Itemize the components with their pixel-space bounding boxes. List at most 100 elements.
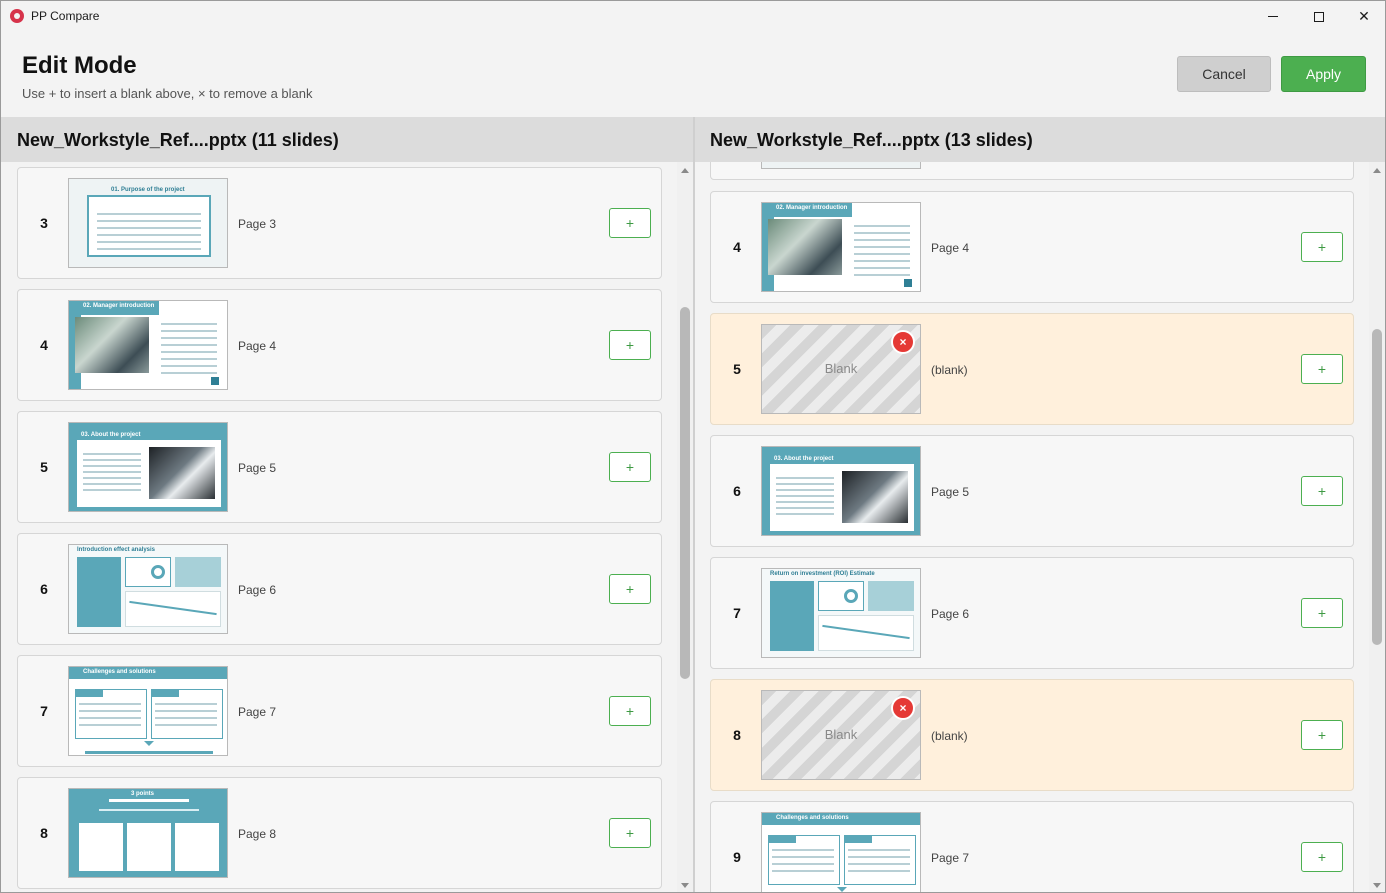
left-file-title: New_Workstyle_Ref....pptx (11 slides) bbox=[1, 117, 693, 162]
maximize-button[interactable] bbox=[1296, 1, 1342, 32]
slide-text-line bbox=[155, 717, 217, 719]
slide-thumbnail: 02. Manager introduction bbox=[68, 300, 228, 390]
slide-text-line bbox=[83, 477, 141, 479]
slide-number: 4 bbox=[40, 337, 48, 353]
slide-row: 9 Challenges and solutions Page 7 + bbox=[710, 801, 1354, 892]
slide-text-line bbox=[776, 507, 834, 509]
blank-placeholder-label: Blank bbox=[824, 361, 858, 376]
slide-number: 6 bbox=[733, 483, 741, 499]
slide-text-line bbox=[848, 856, 910, 858]
insert-blank-button[interactable]: + bbox=[1301, 476, 1343, 506]
insert-blank-button[interactable]: + bbox=[609, 330, 651, 360]
slide-number: 7 bbox=[733, 605, 741, 621]
right-slide-list[interactable]: 4 02. Manager introduction Page 4 +5 Blank × (… bbox=[695, 162, 1369, 892]
insert-blank-button[interactable]: + bbox=[1301, 598, 1343, 628]
slide-page-label: Page 7 bbox=[931, 851, 970, 865]
slide-text-line bbox=[848, 863, 910, 865]
insert-blank-button[interactable]: + bbox=[609, 452, 651, 482]
scroll-up-icon[interactable] bbox=[1373, 168, 1381, 173]
slide-page-label: Page 3 bbox=[238, 217, 277, 231]
slide-text-line bbox=[97, 241, 201, 243]
slide-point-card bbox=[79, 823, 123, 871]
slide-text-line bbox=[854, 267, 910, 269]
insert-blank-button[interactable]: + bbox=[609, 574, 651, 604]
slide-arrow bbox=[837, 887, 847, 892]
slide-text-line bbox=[161, 365, 217, 367]
slide-page-label: (blank) bbox=[931, 729, 968, 743]
slide-text-line bbox=[161, 372, 217, 374]
edit-hint: Use + to insert a blank above, × to remo… bbox=[22, 86, 313, 101]
slide-text-line bbox=[854, 225, 910, 227]
slide-row: 7 Return on investment (ROI) Estimate Page… bbox=[710, 557, 1354, 669]
slide-page-label: Page 5 bbox=[238, 461, 277, 475]
minimize-button[interactable] bbox=[1250, 1, 1296, 32]
slide-thumbnail-title: Return on investment (ROI) Estimate bbox=[770, 571, 875, 577]
slide-thumbnail-title: 03. About the project bbox=[774, 456, 834, 462]
slide-text-line bbox=[97, 227, 201, 229]
slide-number: 8 bbox=[733, 727, 741, 743]
slide-text-line bbox=[854, 274, 910, 276]
left-slide-list[interactable]: 3 01. Purpose of the project Page 3 +4 02. M… bbox=[1, 162, 677, 892]
left-scrollbar[interactable] bbox=[677, 162, 693, 892]
slide-text-line bbox=[79, 703, 141, 705]
insert-blank-button[interactable]: + bbox=[1301, 354, 1343, 384]
insert-blank-button[interactable]: + bbox=[1301, 842, 1343, 872]
slide-text-line bbox=[772, 870, 834, 872]
right-scrollbar[interactable] bbox=[1369, 162, 1385, 892]
app-logo-icon bbox=[10, 9, 24, 23]
slide-text-line bbox=[161, 351, 217, 353]
page-title: Edit Mode bbox=[22, 52, 137, 79]
remove-blank-button[interactable]: × bbox=[891, 330, 915, 354]
slide-text-line bbox=[854, 232, 910, 234]
scroll-down-icon[interactable] bbox=[681, 883, 689, 888]
slide-thumbnail: 02. Manager introduction bbox=[761, 202, 921, 292]
slide-text-line bbox=[776, 489, 834, 491]
slide-thumbnail bbox=[761, 162, 921, 169]
close-icon: ✕ bbox=[1358, 8, 1370, 24]
slide-thumbnail-title: 3 points bbox=[131, 791, 155, 797]
slide-row: 8 3 points Page 8 + bbox=[17, 777, 662, 889]
scroll-down-icon[interactable] bbox=[1373, 883, 1381, 888]
scroll-thumb[interactable] bbox=[1372, 329, 1382, 645]
slide-text-line bbox=[155, 724, 217, 726]
slide-row: 4 02. Manager introduction Page 4 + bbox=[710, 191, 1354, 303]
slide-donut bbox=[844, 589, 858, 603]
slide-stat-card bbox=[77, 557, 121, 627]
slide-title-line bbox=[109, 799, 189, 802]
slide-number: 5 bbox=[40, 459, 48, 475]
slide-thumbnail-title: 02. Manager introduction bbox=[776, 205, 848, 211]
slide-text-line bbox=[776, 513, 834, 515]
slide-page-label: Page 6 bbox=[238, 583, 277, 597]
slide-text-line bbox=[97, 234, 201, 236]
slide-text-line bbox=[83, 459, 141, 461]
insert-blank-button[interactable]: + bbox=[609, 208, 651, 238]
slide-page-label: (blank) bbox=[931, 363, 968, 377]
slide-stat-card bbox=[770, 581, 814, 651]
slide-text-line bbox=[776, 495, 834, 497]
slide-row: 3 01. Purpose of the project Page 3 + bbox=[17, 167, 662, 279]
edit-mode-header: Edit Mode Use + to insert a blank above,… bbox=[1, 32, 1385, 117]
slide-thumbnail-title: Introduction effect analysis bbox=[77, 547, 156, 553]
insert-blank-button[interactable]: + bbox=[609, 696, 651, 726]
slide-text-line bbox=[854, 260, 910, 262]
title-bar: PP Compare ✕ bbox=[1, 1, 1385, 32]
remove-blank-button[interactable]: × bbox=[891, 696, 915, 720]
insert-blank-button[interactable]: + bbox=[609, 818, 651, 848]
insert-blank-button[interactable]: + bbox=[1301, 720, 1343, 750]
slide-row: 7 Challenges and solutions Page 7 + bbox=[17, 655, 662, 767]
apply-button[interactable]: Apply bbox=[1281, 56, 1366, 92]
slide-number: 4 bbox=[733, 239, 741, 255]
scroll-thumb[interactable] bbox=[680, 307, 690, 679]
close-window-button[interactable]: ✕ bbox=[1341, 1, 1385, 32]
slide-text-line bbox=[155, 710, 217, 712]
slide-text-line bbox=[848, 870, 910, 872]
slide-text-line bbox=[776, 477, 834, 479]
slide-row-partial bbox=[710, 162, 1354, 180]
slide-thumbnail: 3 points bbox=[68, 788, 228, 878]
cancel-button[interactable]: Cancel bbox=[1177, 56, 1271, 92]
scroll-up-icon[interactable] bbox=[681, 168, 689, 173]
slide-text-line bbox=[161, 323, 217, 325]
slide-page-label: Page 4 bbox=[238, 339, 277, 353]
insert-blank-button[interactable]: + bbox=[1301, 232, 1343, 262]
slide-row: 4 02. Manager introduction Page 4 + bbox=[17, 289, 662, 401]
